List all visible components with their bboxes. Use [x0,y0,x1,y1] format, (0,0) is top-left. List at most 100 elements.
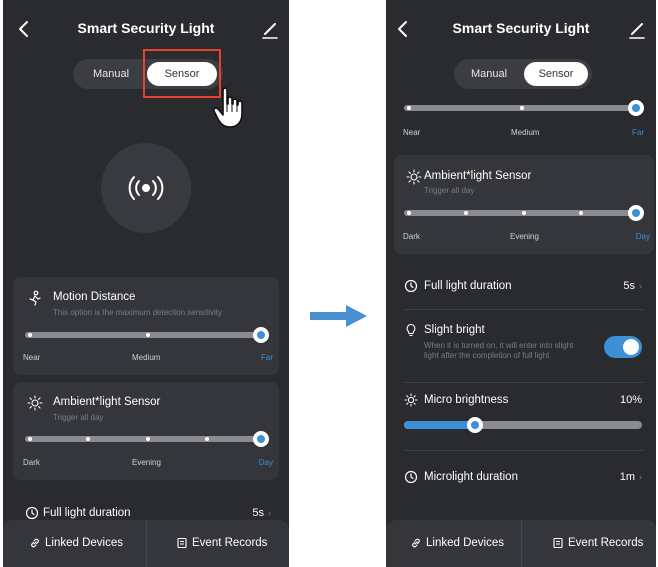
slider-step-dot [520,106,524,110]
hand-pointer-icon [213,87,243,128]
slider-step-dot [146,333,150,337]
microlight-duration-label: Microlight duration [424,471,518,483]
ambient-light-title: Ambient*light Sensor [424,170,532,182]
row-divider [404,450,644,451]
row-divider [404,382,644,383]
tab-sensor[interactable]: Sensor [524,62,588,86]
sensor-status-circle [101,143,191,233]
scale-label-dark: Dark [23,458,40,467]
linked-devices-label: Linked Devices [45,537,123,549]
bottom-action-bar: Linked Devices Event Records [386,520,656,567]
full-light-duration-row[interactable]: Full light duration 5s › [386,272,656,302]
sensor-tab-highlight-annotation [143,49,221,98]
signal-waves-icon [128,176,164,200]
scale-label-near: Near [403,128,421,137]
bottom-divider [521,520,522,567]
link-icon [412,538,420,548]
title-bar: Smart Security Light [386,14,656,44]
slight-bright-label: Slight bright [424,324,485,336]
slider-knob[interactable] [253,327,269,343]
phone-screen-sensor-scrolled: Smart Security Light Manual Sensor Near … [386,0,656,567]
bottom-divider [146,520,147,567]
slider-step-dot [86,437,90,441]
micro-brightness-row: Micro brightness 10% [386,388,656,438]
duration-value-text: 1m [619,471,635,483]
chevron-left-icon[interactable] [13,16,35,42]
slider-step-dot [28,437,32,441]
motion-icon [29,290,41,306]
linked-devices-button[interactable]: Linked Devices [29,520,123,567]
slider-knob[interactable] [253,431,269,447]
scale-label-evening: Evening [510,232,539,241]
event-records-label: Event Records [192,537,268,549]
bottom-action-bar: Linked Devices Event Records [3,520,289,567]
chevron-left-icon[interactable] [392,16,414,42]
slider-step-dot [205,437,209,441]
chevron-right-icon: › [268,508,271,518]
arrow-right-icon [310,305,367,327]
slider-step-dot [146,437,150,441]
slider-step-dot [28,333,32,337]
tab-manual[interactable]: Manual [79,62,143,86]
title-bar: Smart Security Light [3,14,289,44]
ambient-light-card: Ambient*light Sensor Trigger all day Dar… [394,155,654,254]
micro-brightness-slider[interactable] [404,417,642,433]
motion-distance-card: Motion Distance This option is the maxim… [13,277,279,375]
ambient-light-title: Ambient*light Sensor [53,396,161,408]
slight-bright-toggle[interactable] [604,336,642,358]
toggle-knob [623,339,639,355]
slider-step-dot [407,106,411,110]
linked-devices-button[interactable]: Linked Devices [410,520,504,567]
duration-value-text: 5s [623,280,635,292]
ambient-light-slider[interactable] [404,205,644,221]
slight-bright-description: When it is turned on, it will enter into… [424,341,574,360]
scale-label-near: Near [23,353,41,362]
slider-knob[interactable] [628,100,644,116]
slider-step-dot [464,211,468,215]
micro-brightness-label: Micro brightness [424,394,509,406]
full-light-duration-label: Full light duration [424,280,512,292]
mode-segmented-control: Manual Sensor [454,59,592,89]
motion-distance-slider[interactable] [25,327,269,343]
linked-devices-label: Linked Devices [426,537,504,549]
chevron-right-icon: › [639,472,642,482]
micro-brightness-value: 10% [619,394,642,406]
ambient-light-slider[interactable] [25,431,269,447]
event-records-button[interactable]: Event Records [552,520,643,567]
motion-distance-slider[interactable] [404,100,644,116]
records-icon [553,537,563,549]
microlight-duration-row[interactable]: Microlight duration 1m › [386,463,656,493]
scale-label-medium: Medium [511,128,540,137]
edit-pencil-icon[interactable] [259,16,281,42]
bulb-icon [406,323,416,337]
page-title: Smart Security Light [452,20,590,36]
micro-brightness-fill [404,421,476,429]
slider-step-dot [407,211,411,215]
scale-label-day: Day [635,232,650,241]
edit-pencil-icon[interactable] [626,16,648,42]
clock-icon [25,506,39,520]
clock-icon [404,470,418,484]
chevron-right-icon: › [639,281,642,291]
scale-label-evening: Evening [132,458,161,467]
phone-screen-sensor-mode: Smart Security Light Manual Sensor Motio… [3,0,289,567]
ambient-light-subtitle: Trigger all day [53,413,104,422]
slider-step-dot [522,211,526,215]
tab-manual[interactable]: Manual [458,62,520,86]
scale-label-dark: Dark [403,232,420,241]
ambient-light-subtitle: Trigger all day [424,186,475,195]
event-records-button[interactable]: Event Records [176,520,267,567]
slider-step-dot [579,211,583,215]
full-light-duration-label: Full light duration [43,507,131,519]
records-icon [177,537,187,549]
full-light-duration-value: 5s › [623,280,642,292]
slider-knob[interactable] [628,205,644,221]
slight-bright-row: Slight bright When it is turned on, it w… [386,318,656,378]
scale-label-far: Far [261,353,273,362]
duration-value-text: 5s [252,507,264,519]
page-title: Smart Security Light [77,20,215,36]
link-icon [31,538,39,548]
scale-label-far: Far [632,128,644,137]
ambient-light-card: Ambient*light Sensor Trigger all day Dar… [13,382,279,480]
motion-distance-subtitle: This option is the maximum detection sen… [53,308,222,317]
